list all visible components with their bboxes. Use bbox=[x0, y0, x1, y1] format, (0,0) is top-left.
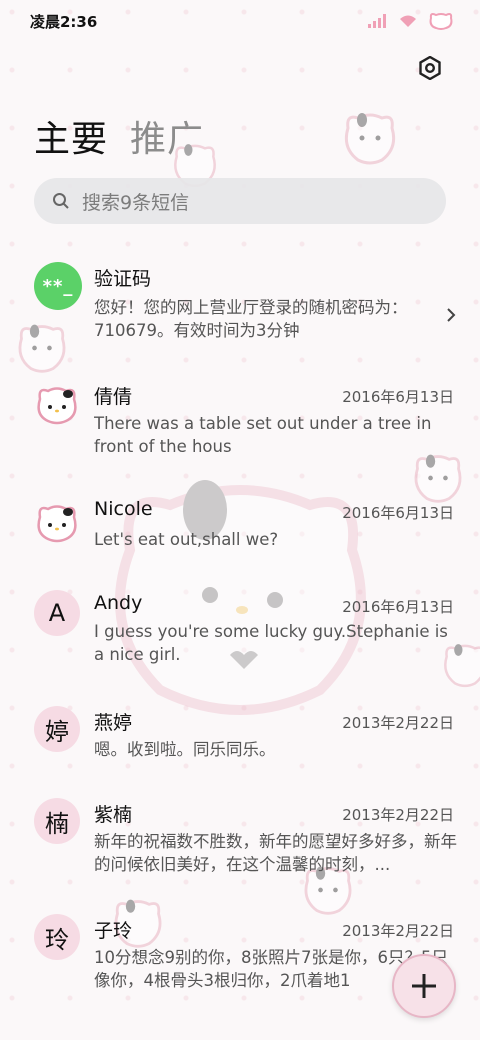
avatar: 婷 bbox=[34, 706, 80, 752]
message-preview: Let's eat out,shall we? bbox=[94, 530, 279, 549]
battery-icon bbox=[429, 13, 453, 30]
avatar bbox=[34, 500, 80, 546]
avatar-text: 婷 bbox=[45, 717, 69, 746]
wifi-icon bbox=[400, 15, 416, 27]
avatar-text: A bbox=[48, 599, 66, 627]
tab-primary[interactable]: 主要 bbox=[34, 110, 108, 162]
contact-name: 燕婷 bbox=[94, 712, 133, 734]
message-date: 2013年2月22日 bbox=[342, 714, 454, 732]
status-bar: 凌晨2:36 bbox=[0, 0, 480, 42]
settings-icon bbox=[419, 56, 441, 80]
message-preview: There was a table set out under a tree i… bbox=[94, 414, 432, 456]
avatar: A bbox=[34, 590, 80, 636]
conversation-row[interactable]: 婷 燕婷 2013年2月22日 嗯。收到啦。同乐同乐。 bbox=[0, 704, 480, 784]
conversation-row[interactable]: 楠 紫楠 2013年2月22日 新年的祝福数不胜数，新年的愿望好多好多，新年的问… bbox=[0, 796, 480, 896]
kitty-avatar-icon bbox=[37, 387, 77, 425]
conversation-row[interactable]: Nicole 2016年6月13日 Let's eat out,shall we… bbox=[0, 494, 480, 574]
avatar: 玲 bbox=[34, 914, 80, 960]
avatar: **_ bbox=[34, 262, 82, 310]
contact-name: 倩倩 bbox=[94, 386, 133, 408]
avatar bbox=[34, 382, 80, 428]
search-icon bbox=[53, 193, 69, 209]
message-date: 2013年2月22日 bbox=[342, 806, 454, 824]
contact-name: Andy bbox=[94, 592, 143, 614]
message-preview: 嗯。收到啦。同乐同乐。 bbox=[94, 740, 276, 759]
conversation-row[interactable]: **_ 验证码 您好！您的网上营业厅登录的随机密码为：710679。有效时间为3… bbox=[0, 260, 480, 360]
status-icons bbox=[368, 12, 454, 30]
conversation-row[interactable]: 倩倩 2016年6月13日 There was a table set out … bbox=[0, 376, 480, 476]
contact-name: 验证码 bbox=[94, 268, 152, 290]
search-placeholder: 搜索9条短信 bbox=[82, 191, 190, 214]
message-preview: I guess you're some lucky guy.Stephanie … bbox=[94, 622, 448, 664]
signal-icon bbox=[368, 14, 386, 28]
contact-name: 紫楠 bbox=[94, 804, 133, 826]
tab-promotions[interactable]: 推广 bbox=[130, 110, 204, 162]
message-preview: 新年的祝福数不胜数，新年的愿望好多好多，新年的问候依旧美好，在这个温馨的时刻，.… bbox=[94, 832, 457, 874]
message-date: 2016年6月13日 bbox=[342, 504, 454, 522]
avatar-text: 玲 bbox=[45, 925, 69, 954]
tab-bar: 主要 推广 bbox=[34, 110, 204, 162]
message-date: 2016年6月13日 bbox=[342, 388, 454, 406]
contact-name: 子玲 bbox=[94, 920, 133, 942]
plus-icon bbox=[412, 974, 436, 998]
message-date: 2016年6月13日 bbox=[342, 598, 454, 616]
decorative-kitty bbox=[344, 113, 396, 165]
kitty-avatar-icon bbox=[37, 505, 77, 543]
contact-name: Nicole bbox=[94, 498, 153, 520]
settings-button[interactable] bbox=[418, 56, 442, 80]
new-message-button[interactable] bbox=[392, 954, 456, 1018]
avatar: 楠 bbox=[34, 798, 80, 844]
message-date: 2013年2月22日 bbox=[342, 922, 454, 940]
search-bar[interactable]: 搜索9条短信 bbox=[34, 178, 446, 224]
avatar-text: 楠 bbox=[45, 809, 69, 838]
chevron-right-icon bbox=[447, 308, 456, 322]
status-time: 凌晨2:36 bbox=[30, 12, 98, 31]
avatar-text: **_ bbox=[42, 275, 74, 297]
message-preview: 您好！您的网上营业厅登录的随机密码为：710679。有效时间为3分钟 bbox=[94, 298, 408, 340]
conversation-row[interactable]: A Andy 2016年6月13日 I guess you're some lu… bbox=[0, 586, 480, 686]
